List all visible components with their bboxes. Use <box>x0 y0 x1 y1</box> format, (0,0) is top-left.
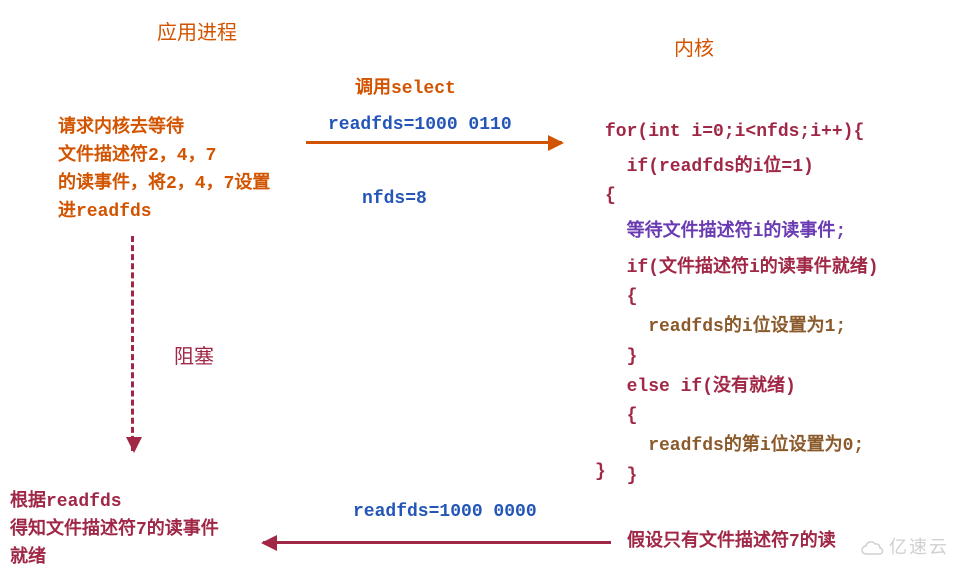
watermark: 亿速云 <box>859 533 949 559</box>
call-select-arrow <box>306 141 562 144</box>
request-line: 进readfds <box>58 199 270 227</box>
code-line: readfds的i位设置为1; <box>605 313 879 343</box>
assume-text: 假设只有文件描述符7的读 <box>627 529 836 556</box>
result-line: 得知文件描述符7的读事件 <box>10 517 219 545</box>
code-line: 等待文件描述符i的读事件; <box>605 218 879 248</box>
kernel-code-block: for(int i=0;i<nfds;i++){ if(readfds的i位=1… <box>605 118 879 491</box>
code-line: else if(没有就绪) <box>605 373 879 403</box>
return-arrow <box>263 541 611 544</box>
code-close-brace: } <box>595 458 606 488</box>
call-select-label: 调用select <box>355 76 456 103</box>
code-line: { <box>605 283 879 313</box>
readfds-call-value: readfds=1000 0110 <box>328 112 512 139</box>
code-line: readfds的第i位设置为0; <box>605 432 879 462</box>
blocking-arrow <box>131 236 134 451</box>
result-block: 根据readfds 得知文件描述符7的读事件 就绪 <box>10 489 219 573</box>
readfds-return-value: readfds=1000 0000 <box>353 499 537 526</box>
app-process-title: 应用进程 <box>157 18 237 48</box>
code-line: if(readfds的i位=1) <box>605 153 879 183</box>
result-line: 就绪 <box>10 545 219 573</box>
request-line: 请求内核去等待 <box>58 115 270 143</box>
result-line: 根据readfds <box>10 489 219 517</box>
request-line: 文件描述符2，4，7 <box>58 143 270 171</box>
cloud-icon <box>859 540 885 558</box>
code-line: for(int i=0;i<nfds;i++){ <box>605 118 879 148</box>
code-line: if(文件描述符i的读事件就绪) <box>605 254 879 284</box>
code-line: } <box>605 343 879 373</box>
watermark-text: 亿速云 <box>889 537 949 557</box>
kernel-title: 内核 <box>674 34 714 64</box>
blocking-label: 阻塞 <box>174 342 214 372</box>
code-line: } <box>595 458 606 488</box>
request-line: 的读事件，将2，4，7设置 <box>58 171 270 199</box>
code-line: { <box>605 182 879 212</box>
request-block: 请求内核去等待 文件描述符2，4，7 的读事件，将2，4，7设置 进readfd… <box>58 115 270 227</box>
nfds-value: nfds=8 <box>362 186 427 213</box>
code-line: { <box>605 402 879 432</box>
code-line: } <box>605 462 879 492</box>
